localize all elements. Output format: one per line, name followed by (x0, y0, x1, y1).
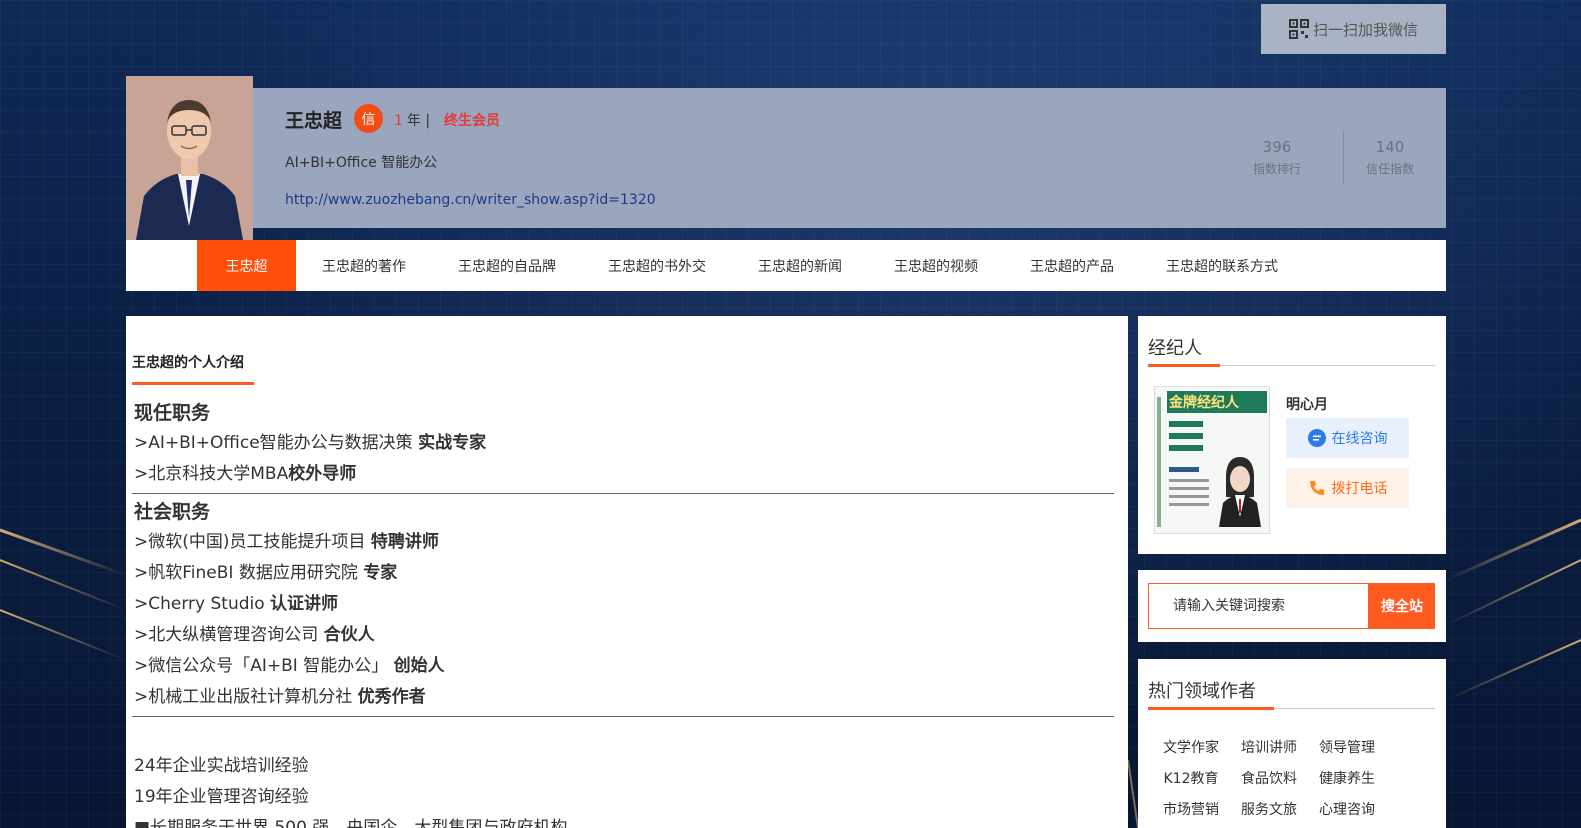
author-name: 王忠超 (285, 110, 343, 132)
stat-value: 396 (1262, 138, 1292, 156)
tag-psychology[interactable]: 心理咨询 (1308, 795, 1386, 826)
wechat-qr-button[interactable]: 扫一扫加我微信 (1261, 4, 1446, 54)
tab-news[interactable]: 王忠超的新闻 (732, 240, 868, 291)
author-tagline: AI+BI+Office 智能办公 (285, 155, 438, 171)
tab-works[interactable]: 王忠超的著作 (296, 240, 432, 291)
tag-k12[interactable]: K12教育 (1152, 764, 1230, 795)
agent-card: 经纪人 金牌经纪人 明心月 在线咨询 拨打电话 (1138, 316, 1446, 554)
intro-title-underline (132, 382, 254, 385)
agent-cover-image[interactable]: 金牌经纪人 (1154, 386, 1270, 534)
site-search-input[interactable] (1148, 583, 1369, 629)
stat-value: 140 (1375, 138, 1405, 156)
chat-bubble-icon (1307, 429, 1326, 447)
wechat-label: 扫一扫加我微信 (1312, 20, 1418, 39)
list-item: >北京科技大学MBA校外导师 (134, 464, 357, 484)
section-heading-current: 现任职务 (134, 402, 211, 424)
stat-label: 信任指数 (1365, 162, 1414, 176)
card-rule-accent (1148, 707, 1274, 710)
stat-ranking: 396 指数排行 (1237, 138, 1317, 177)
agent-card-title: 经纪人 (1148, 338, 1202, 359)
section-heading-social: 社会职务 (134, 501, 211, 523)
tag-health[interactable]: 健康养生 (1308, 764, 1386, 795)
profile-nav: 王忠超 王忠超的著作 王忠超的自品牌 王忠超的书外交 王忠超的新闻 王忠超的视频… (126, 240, 1446, 291)
hot-tags: 文学作家 培训讲师 领导管理 K12教育 食品饮料 健康养生 市场营销 服务文旅 心理咨询 (1152, 733, 1432, 826)
stat-label: 指数排行 (1252, 162, 1301, 176)
years-number: 1 (394, 113, 403, 129)
tab-contact[interactable]: 王忠超的联系方式 (1140, 240, 1304, 291)
site-search-button[interactable]: 搜全站 (1369, 583, 1435, 629)
list-item: >微信公众号「AI+BI 智能办公」 创始人 (134, 656, 445, 676)
tag-marketing[interactable]: 市场营销 (1152, 795, 1230, 826)
list-item: >机械工业出版社计算机分社 优秀作者 (134, 687, 426, 707)
profile-header: 王忠超 信 1年 | 终生会员 AI+BI+Office 智能办公 http:/… (253, 88, 1446, 228)
intro-title: 王忠超的个人介绍 (132, 355, 244, 371)
qr-code-icon (1288, 19, 1309, 39)
author-profile-link[interactable]: http://www.zuozhebang.cn/writer_show.asp… (285, 192, 656, 208)
list-item: >北大纵横管理咨询公司 合伙人 (134, 625, 375, 645)
online-consult-label: 在线咨询 (1331, 431, 1388, 447)
intro-panel: 王忠超的个人介绍 现任职务 >AI+BI+Office智能办公与数据决策 实战专… (126, 316, 1128, 828)
tag-food[interactable]: 食品饮料 (1230, 764, 1308, 795)
call-phone-label: 拨打电话 (1331, 481, 1388, 497)
search-card: 搜全站 (1138, 570, 1446, 642)
hot-authors-title: 热门领域作者 (1148, 681, 1256, 702)
divider (132, 716, 1114, 717)
author-avatar (126, 76, 253, 240)
tag-tourism[interactable]: 服务文旅 (1230, 795, 1308, 826)
list-item: >帆软FineBI 数据应用研究院 专家 (134, 563, 398, 583)
experience-line: 19年企业管理咨询经验 (134, 787, 309, 807)
tag-training[interactable]: 培训讲师 (1230, 733, 1308, 764)
list-item: >微软(中国)员工技能提升项目 特聘讲师 (134, 532, 439, 552)
experience-line: 24年企业实战培训经验 (134, 756, 309, 776)
member-level: 终生会员 (444, 113, 500, 129)
tab-self-brand[interactable]: 王忠超的自品牌 (432, 240, 582, 291)
call-phone-button[interactable]: 拨打电话 (1286, 468, 1409, 508)
trust-badge: 信 (354, 104, 383, 133)
list-item: >Cherry Studio 认证讲师 (134, 594, 339, 614)
tab-book-diplomacy[interactable]: 王忠超的书外交 (582, 240, 732, 291)
stat-trust-index: 140 信任指数 (1350, 138, 1430, 177)
experience-line: ■长期服务于世界 500 强、央国企、大型集团与政府机构 (134, 818, 568, 828)
divider (132, 493, 1114, 494)
agent-cover-title: 金牌经纪人 (1168, 394, 1240, 411)
years-suffix: 年 | (406, 113, 431, 129)
intro-content: 现任职务 >AI+BI+Office智能办公与数据决策 实战专家 >北京科技大学… (132, 398, 1114, 828)
tab-products[interactable]: 王忠超的产品 (1004, 240, 1140, 291)
online-consult-button[interactable]: 在线咨询 (1286, 418, 1409, 458)
membership-years: 1年 | (394, 110, 430, 130)
phone-icon (1309, 481, 1324, 495)
card-rule-accent (1148, 364, 1220, 367)
tab-home[interactable]: 王忠超 (197, 240, 296, 291)
tab-videos[interactable]: 王忠超的视频 (868, 240, 1004, 291)
tag-leadership[interactable]: 领导管理 (1308, 733, 1386, 764)
stat-divider (1343, 132, 1344, 184)
agent-name: 明心月 (1286, 397, 1328, 413)
hot-authors-card: 热门领域作者 文学作家 培训讲师 领导管理 K12教育 食品饮料 健康养生 市场营销 服务… (1138, 659, 1446, 828)
tag-literature[interactable]: 文学作家 (1152, 733, 1230, 764)
list-item: >AI+BI+Office智能办公与数据决策 实战专家 (134, 433, 487, 453)
